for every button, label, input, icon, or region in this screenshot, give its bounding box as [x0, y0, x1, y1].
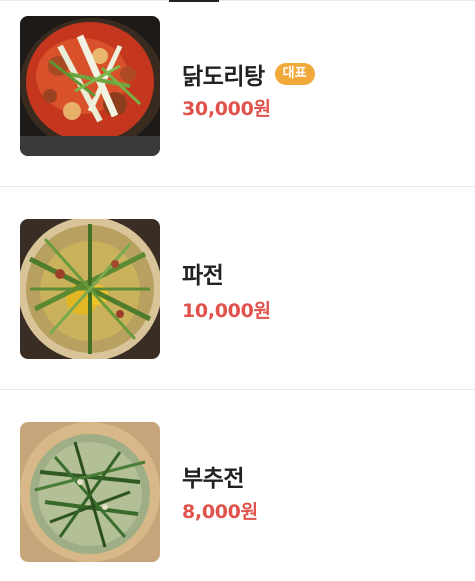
- divider: [0, 186, 475, 187]
- scallion-pancake-image: [20, 219, 160, 359]
- active-tab-indicator: [169, 0, 219, 2]
- menu-item-name: 닭도리탕: [182, 64, 265, 90]
- menu-item-name-row: 닭도리탕 대표: [182, 57, 315, 91]
- menu-item-price: 8,000원: [182, 501, 258, 523]
- divider: [0, 389, 475, 390]
- menu-item[interactable]: 닭도리탕 대표 30,000원: [0, 16, 475, 186]
- menu-item-price: 10,000원: [182, 300, 271, 322]
- menu-item-name: 파전: [182, 263, 224, 289]
- signature-badge: 대표: [274, 63, 315, 85]
- menu-item[interactable]: 부추전 8,000원: [0, 422, 475, 581]
- menu-item-name-row: 부추전: [182, 459, 244, 493]
- chive-pancake-image: [20, 422, 160, 562]
- menu-item-name: 부추전: [182, 466, 244, 492]
- menu-item-price: 30,000원: [182, 98, 271, 120]
- top-border: [0, 0, 475, 1]
- braised-chicken-stew-image: [20, 16, 160, 156]
- menu-item[interactable]: 파전 10,000원: [0, 219, 475, 389]
- menu-item-name-row: 파전: [182, 256, 224, 290]
